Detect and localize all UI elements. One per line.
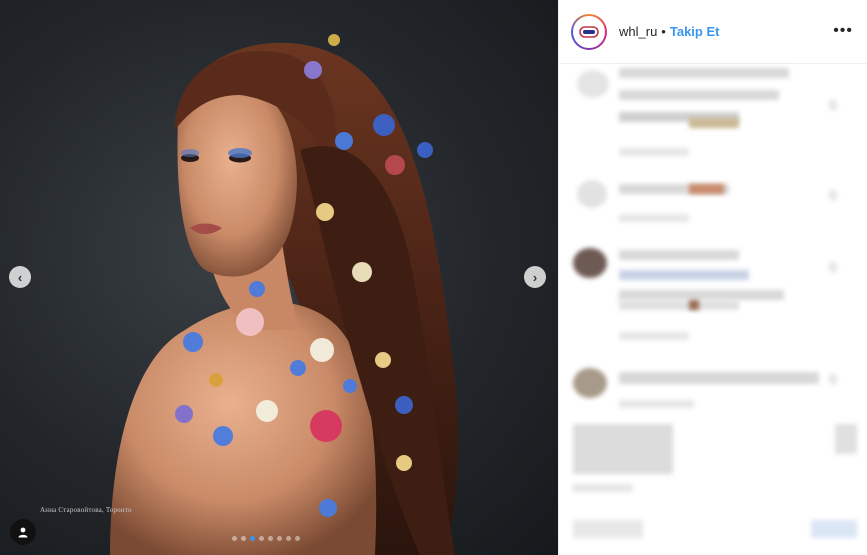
previous-slide-button[interactable]: ‹ xyxy=(9,266,31,288)
chevron-right-icon: › xyxy=(532,269,538,285)
post-sidebar: whl_ru • Takip Et ••• xyxy=(558,0,867,555)
follow-button[interactable]: Takip Et xyxy=(670,24,720,39)
carousel-dot xyxy=(250,536,255,541)
next-slide-button[interactable]: › xyxy=(524,266,546,288)
carousel-dot xyxy=(268,536,273,541)
carousel-dot xyxy=(277,536,282,541)
carousel-dot xyxy=(232,536,237,541)
carousel-dot xyxy=(295,536,300,541)
account-logo-icon xyxy=(579,25,599,38)
avatar[interactable] xyxy=(571,13,607,50)
post-photo[interactable]: ‹ › Анна Старовойтова, Торонто xyxy=(0,0,558,555)
more-options-icon[interactable]: ••• xyxy=(833,22,853,40)
chevron-left-icon: ‹ xyxy=(17,269,23,285)
separator-dot: • xyxy=(661,24,666,39)
post-header: whl_ru • Takip Et xyxy=(559,0,867,64)
carousel-dot xyxy=(286,536,291,541)
carousel-indicator xyxy=(232,536,300,541)
tagged-users-button[interactable] xyxy=(10,519,36,545)
account-username[interactable]: whl_ru xyxy=(619,24,657,39)
portrait-image xyxy=(110,34,459,555)
carousel-dot xyxy=(241,536,246,541)
user-icon xyxy=(18,527,28,538)
photo-caption: Анна Старовойтова, Торонто xyxy=(40,506,132,514)
carousel-dot xyxy=(259,536,264,541)
